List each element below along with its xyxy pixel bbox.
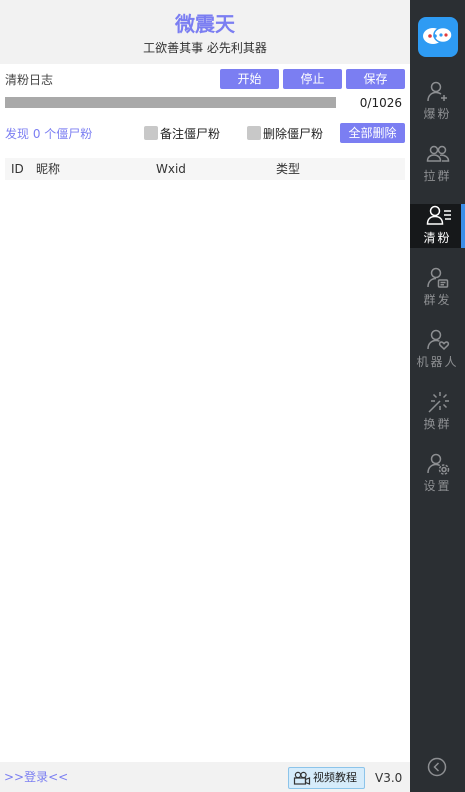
login-link[interactable]: >>登录<< <box>4 769 68 785</box>
sidebar-item-label: 群发 <box>423 293 452 307</box>
progress-bar <box>5 97 336 108</box>
header: 微震天 工欲善其事 必先利其器 <box>0 0 410 64</box>
sidebar-item-label: 清粉 <box>423 231 452 245</box>
sidebar-item-label: 爆粉 <box>423 107 452 121</box>
sidebar-item-label: 换群 <box>423 417 452 431</box>
column-nickname[interactable]: 昵称 <box>36 158 60 180</box>
app-title: 微震天 <box>175 12 235 36</box>
sidebar-item-add-fans[interactable]: 爆粉 <box>410 80 465 124</box>
log-label: 清粉日志 <box>5 73 54 87</box>
checkbox-box[interactable] <box>247 126 261 140</box>
remark-zombie-checkbox[interactable]: 备注僵尸粉 <box>144 126 220 142</box>
column-id[interactable]: ID <box>11 158 24 180</box>
user-add-icon <box>427 81 447 102</box>
app-subtitle: 工欲善其事 必先利其器 <box>143 41 267 55</box>
chat-bubbles-icon <box>423 26 453 44</box>
active-indicator <box>461 204 465 248</box>
version-label: V3.0 <box>375 771 403 785</box>
start-button[interactable]: 开始 <box>220 69 279 89</box>
video-tutorial-button[interactable]: 视频教程 <box>288 767 365 789</box>
back-icon[interactable] <box>427 757 447 777</box>
group-icon <box>426 145 450 162</box>
checkbox-box[interactable] <box>144 126 158 140</box>
remark-zombie-label: 备注僵尸粉 <box>160 127 221 141</box>
found-count: 发现 0 个僵尸粉 <box>5 127 93 141</box>
progress-fill <box>5 97 336 108</box>
user-settings-icon <box>427 453 450 475</box>
video-camera-icon <box>293 771 311 785</box>
sidebar-item-label: 机器人 <box>416 355 459 369</box>
app-logo <box>418 17 458 57</box>
delete-zombie-checkbox[interactable]: 删除僵尸粉 <box>247 126 323 142</box>
main-panel: 微震天 工欲善其事 必先利其器 清粉日志 开始 停止 保存 0/1026 发现 … <box>0 0 410 792</box>
sidebar: 爆粉 拉群 清粉 群发 机器人 换群 设置 <box>410 0 465 792</box>
video-tutorial-label: 视频教程 <box>313 771 357 784</box>
progress-text: 0/1026 <box>359 96 402 110</box>
user-message-icon <box>427 267 449 288</box>
magic-wand-icon <box>428 392 449 413</box>
sidebar-item-mass-send[interactable]: 群发 <box>410 266 465 310</box>
stop-button[interactable]: 停止 <box>283 69 342 89</box>
column-wxid[interactable]: Wxid <box>156 158 186 180</box>
user-heart-icon <box>427 329 450 351</box>
footer: >>登录<< 视频教程 V3.0 <box>0 762 410 792</box>
table-header: ID 昵称 Wxid 类型 <box>5 158 405 180</box>
delete-all-button[interactable]: 全部删除 <box>340 123 405 143</box>
sidebar-item-label: 拉群 <box>423 169 452 183</box>
sidebar-item-switch-group[interactable]: 换群 <box>410 390 465 434</box>
app-window: 微震天 工欲善其事 必先利其器 清粉日志 开始 停止 保存 0/1026 发现 … <box>0 0 465 792</box>
delete-zombie-label: 删除僵尸粉 <box>263 127 324 141</box>
save-button[interactable]: 保存 <box>346 69 405 89</box>
column-type[interactable]: 类型 <box>276 158 300 180</box>
user-list-icon <box>426 205 451 225</box>
sidebar-item-pull-group[interactable]: 拉群 <box>410 142 465 186</box>
sidebar-item-settings[interactable]: 设置 <box>410 452 465 496</box>
sidebar-item-clear-fans[interactable]: 清粉 <box>410 204 465 248</box>
sidebar-item-robot[interactable]: 机器人 <box>410 328 465 372</box>
sidebar-item-label: 设置 <box>423 479 452 493</box>
